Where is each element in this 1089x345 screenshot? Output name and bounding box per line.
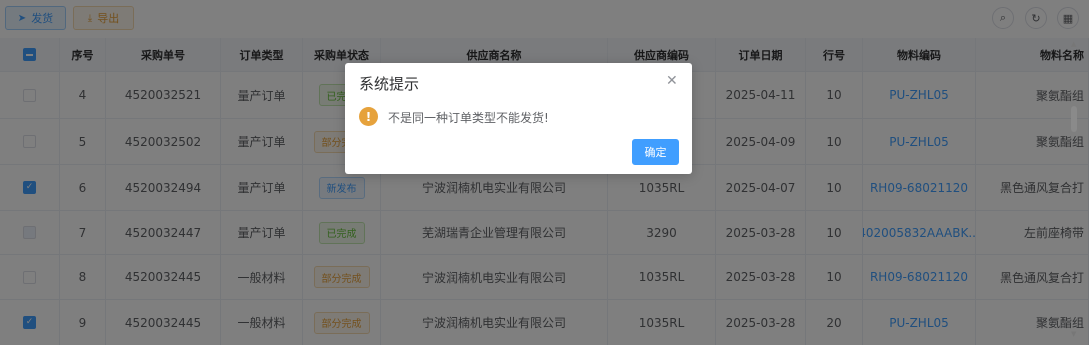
scrollbar-thumb[interactable] <box>1071 106 1077 132</box>
dialog-message: 不是同一种订单类型不能发货! <box>388 111 549 125</box>
confirm-button[interactable]: 确定 <box>632 139 679 165</box>
scroll-up-icon[interactable]: ▲ <box>1071 40 1076 48</box>
dialog-title: 系统提示 <box>359 75 420 93</box>
warning-icon: ! <box>359 107 378 126</box>
close-icon[interactable]: ✕ <box>666 73 678 89</box>
table-scrollbar[interactable]: ▲ ▼ <box>1069 40 1081 345</box>
system-alert-dialog: 系统提示 ✕ ! 不是同一种订单类型不能发货! 确定 <box>345 63 692 174</box>
scroll-down-icon[interactable]: ▼ <box>1071 330 1076 338</box>
